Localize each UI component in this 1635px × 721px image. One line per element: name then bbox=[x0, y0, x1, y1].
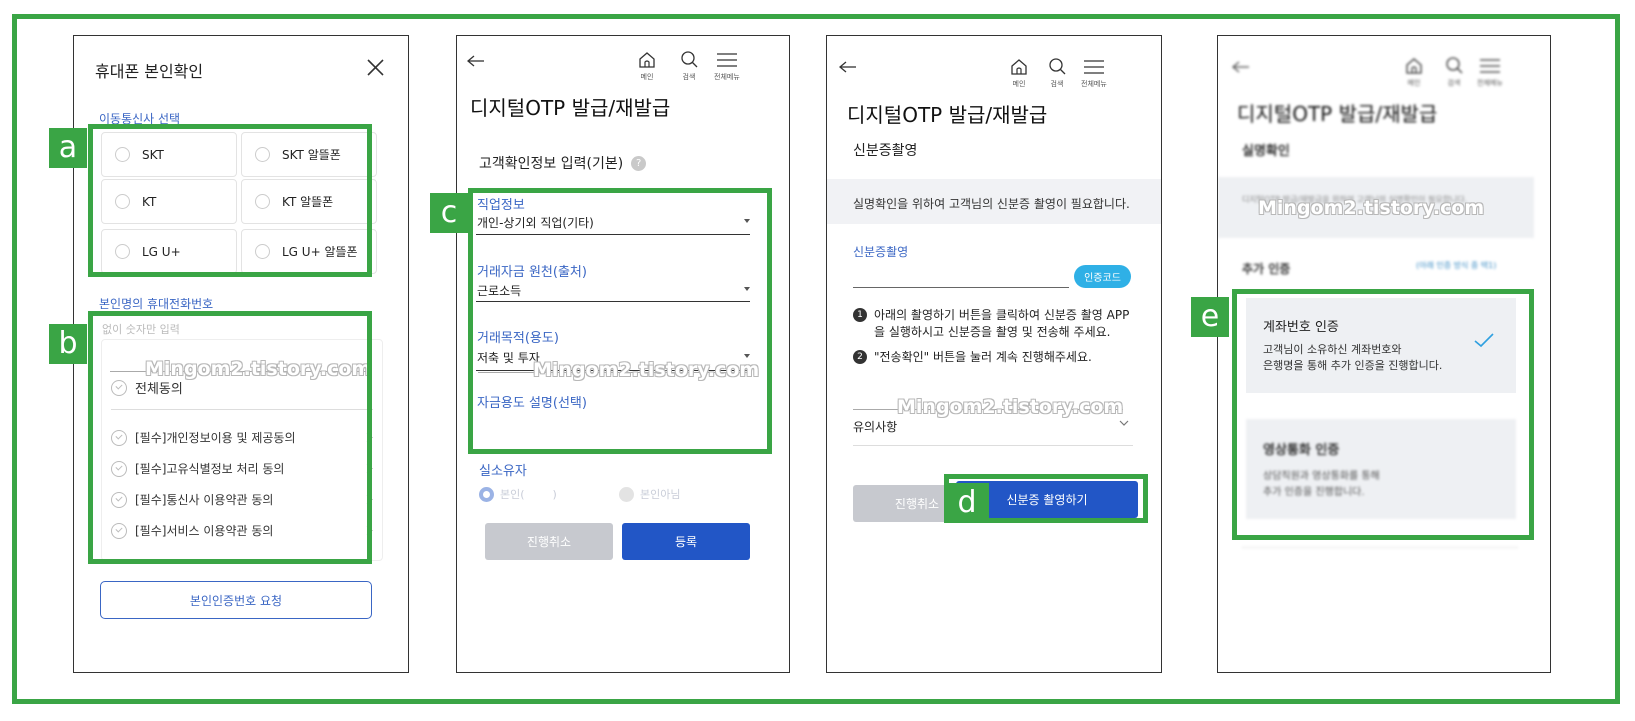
menu-label: 전체메뉴 bbox=[1081, 80, 1107, 88]
owner-option-label: 본인( bbox=[500, 488, 525, 501]
search-icon bbox=[1049, 58, 1066, 75]
watermark: Mingom2.tistory.com bbox=[897, 396, 1124, 418]
auth-code-button[interactable]: 인증코드 bbox=[1074, 265, 1131, 288]
highlight-c bbox=[468, 188, 772, 454]
page-title: 디지털OTP 발급/재발급 bbox=[1237, 102, 1438, 126]
menu-label: 전체메뉴 bbox=[714, 73, 740, 81]
step-text: 아래의 촬영하기 버튼을 클릭하여 신분증 촬영 APP을 실행하시고 신분증을… bbox=[874, 308, 1130, 339]
menu-button[interactable]: 전체메뉴 bbox=[714, 50, 740, 82]
request-code-button[interactable]: 본인인증번호 요청 bbox=[100, 581, 372, 619]
owner-option-self[interactable]: 본인( ) bbox=[479, 486, 557, 502]
divider bbox=[853, 445, 1133, 446]
search-label: 검색 bbox=[682, 73, 696, 81]
home-icon bbox=[1011, 59, 1027, 75]
id-capture-label: 신분증촬영 bbox=[853, 245, 909, 259]
id-capture-screen: 메인 검색 전체메뉴 디지털OTP 발급/재발급 신분증촬영 실명확인을 위하여… bbox=[826, 35, 1162, 673]
owner-option-not-self[interactable]: 본인아님 bbox=[619, 486, 680, 502]
section-title-text: 고객확인정보 입력(기본) bbox=[479, 156, 624, 172]
highlight-a bbox=[88, 124, 372, 277]
hamburger-menu-icon bbox=[1083, 60, 1104, 74]
owner-label: 실소유자 bbox=[479, 464, 527, 479]
field-underline bbox=[853, 287, 1069, 288]
help-icon[interactable]: ? bbox=[631, 155, 647, 171]
section-title: 실명확인 bbox=[1242, 144, 1290, 159]
menu-label: 전체메뉴 bbox=[1477, 79, 1503, 87]
watermark: Mingom2.tistory.com bbox=[1258, 197, 1485, 219]
step-number-icon: 2 bbox=[853, 350, 867, 364]
submit-button[interactable]: 등록 bbox=[622, 523, 750, 560]
phone-number-label: 본인명의 휴대전화번호 bbox=[99, 297, 214, 311]
instruction-step-1: 1 아래의 촬영하기 버튼을 클릭하여 신분증 촬영 APP을 실행하시고 신분… bbox=[853, 307, 1133, 341]
back-arrow-icon[interactable] bbox=[1232, 61, 1250, 73]
home-label: 메인 bbox=[1407, 79, 1421, 87]
search-button[interactable]: 검색 bbox=[679, 50, 699, 82]
divider bbox=[1242, 547, 1518, 548]
hamburger-menu-icon bbox=[1479, 59, 1500, 73]
search-icon bbox=[1446, 57, 1463, 74]
hamburger-menu-icon bbox=[716, 53, 737, 67]
home-button[interactable]: 메인 bbox=[637, 50, 657, 82]
menu-button[interactable]: 전체메뉴 bbox=[1477, 56, 1503, 88]
tag-a: a bbox=[49, 128, 87, 168]
back-arrow-icon[interactable] bbox=[839, 61, 857, 73]
home-label: 메인 bbox=[640, 73, 654, 81]
home-label: 메인 bbox=[1012, 80, 1026, 88]
radio-icon bbox=[619, 486, 634, 502]
home-icon bbox=[639, 52, 655, 68]
section-title: 고객확인정보 입력(기본) ? bbox=[479, 153, 647, 173]
tag-e: e bbox=[1191, 297, 1229, 337]
search-button[interactable]: 검색 bbox=[1047, 57, 1067, 89]
search-icon bbox=[681, 51, 698, 68]
search-button[interactable]: 검색 bbox=[1444, 56, 1464, 88]
tag-d: d bbox=[945, 483, 989, 523]
close-icon[interactable] bbox=[367, 59, 384, 76]
extra-auth-label: 추가 인증 bbox=[1242, 262, 1291, 276]
extra-auth-hint: (아래 인증 방식 중 택1) bbox=[1416, 261, 1497, 270]
tag-c: c bbox=[430, 193, 468, 233]
chevron-down-icon[interactable] bbox=[1119, 420, 1129, 427]
page-title: 휴대폰 본인확인 bbox=[95, 62, 204, 81]
home-icon bbox=[1406, 58, 1422, 74]
search-label: 검색 bbox=[1050, 80, 1064, 88]
page-title: 디지털OTP 발급/재발급 bbox=[470, 96, 671, 120]
home-button[interactable]: 메인 bbox=[1404, 56, 1424, 88]
search-label: 검색 bbox=[1447, 79, 1461, 87]
tag-b: b bbox=[49, 324, 87, 364]
highlight-e bbox=[1232, 289, 1534, 540]
notice-text: 실명확인을 위하여 고객님의 신분증 촬영이 필요합니다. bbox=[853, 197, 1130, 211]
cancel-button[interactable]: 진행취소 bbox=[485, 523, 613, 560]
back-arrow-icon[interactable] bbox=[467, 55, 485, 67]
section-title: 신분증촬영 bbox=[853, 143, 918, 159]
owner-option-label: 본인아님 bbox=[640, 488, 681, 501]
radio-selected-icon bbox=[479, 486, 494, 502]
owner-option-close: ) bbox=[552, 487, 557, 501]
instruction-step-2: 2 "전송확인" 버튼을 눌러 계속 진행해주세요. bbox=[853, 349, 1133, 366]
page-title: 디지털OTP 발급/재발급 bbox=[847, 103, 1048, 127]
step-text: "전송확인" 버튼을 눌러 계속 진행해주세요. bbox=[874, 350, 1092, 364]
step-number-icon: 1 bbox=[853, 308, 867, 322]
highlight-b bbox=[88, 311, 372, 564]
caution-toggle[interactable]: 유의사항 bbox=[853, 418, 897, 435]
menu-button[interactable]: 전체메뉴 bbox=[1081, 57, 1107, 89]
home-button[interactable]: 메인 bbox=[1009, 57, 1029, 89]
